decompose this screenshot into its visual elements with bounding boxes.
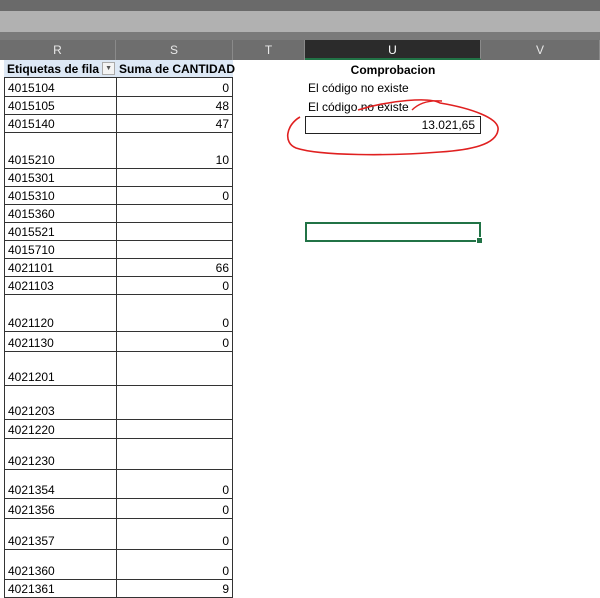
pivot-row-value[interactable]: 0	[116, 470, 233, 499]
pivot-row-value[interactable]: 9	[116, 580, 233, 598]
column-header-r[interactable]: R	[0, 40, 116, 60]
title-bar	[0, 0, 600, 11]
pivot-row-value[interactable]	[116, 439, 233, 470]
pivot-row-value[interactable]	[116, 352, 233, 386]
pivot-row-code[interactable]: 4021361	[4, 580, 117, 598]
pivot-values-header[interactable]: Suma de CANTIDAD	[116, 60, 235, 78]
fill-handle[interactable]	[476, 237, 483, 244]
pivot-row-value[interactable]: 47	[116, 115, 233, 133]
pivot-row-code[interactable]: 4021220	[4, 420, 117, 439]
pivot-row-code[interactable]: 4015301	[4, 169, 117, 187]
pivot-row-value[interactable]	[116, 205, 233, 223]
formula-bar-edge	[0, 32, 600, 40]
pivot-row-value[interactable]: 0	[116, 277, 233, 295]
pivot-row-code[interactable]: 4015210	[4, 133, 117, 169]
pivot-row-code[interactable]: 4021356	[4, 499, 117, 519]
pivot-row-value[interactable]	[116, 223, 233, 241]
pivot-row-code[interactable]: 4015521	[4, 223, 117, 241]
pivot-row-value[interactable]: 0	[116, 295, 233, 332]
pivot-row-value[interactable]	[116, 169, 233, 187]
pivot-row-value[interactable]	[116, 241, 233, 259]
pivot-row-labels-header[interactable]: Etiquetas de fila ▼	[4, 60, 116, 78]
row-labels-text: Etiquetas de fila	[7, 62, 100, 76]
pivot-row-code[interactable]: 4021357	[4, 519, 117, 550]
pivot-row-code[interactable]: 4015710	[4, 241, 117, 259]
pivot-row-code[interactable]: 4015140	[4, 115, 117, 133]
check-line-2[interactable]: El código no existe	[308, 99, 409, 115]
pivot-row-value[interactable]: 0	[116, 550, 233, 580]
pivot-row-value[interactable]: 0	[116, 519, 233, 550]
check-line-1[interactable]: El código no existe	[308, 80, 409, 96]
pivot-row-code[interactable]: 4021130	[4, 332, 117, 352]
pivot-row-value[interactable]	[116, 420, 233, 439]
check-title[interactable]: Comprobacion	[305, 62, 481, 78]
pivot-row-code[interactable]: 4021201	[4, 352, 117, 386]
pivot-row-code[interactable]: 4021230	[4, 439, 117, 470]
pivot-row-value[interactable]: 0	[116, 499, 233, 519]
pivot-row-code[interactable]: 4015310	[4, 187, 117, 205]
pivot-row-value[interactable]: 0	[116, 78, 233, 97]
pivot-row-value[interactable]: 0	[116, 332, 233, 352]
column-header-v[interactable]: V	[481, 40, 600, 60]
pivot-row-code[interactable]: 4021360	[4, 550, 117, 580]
pivot-row-code[interactable]: 4021203	[4, 386, 117, 420]
pivot-row-code[interactable]: 4021101	[4, 259, 117, 277]
pivot-row-code[interactable]: 4021103	[4, 277, 117, 295]
pivot-row-code[interactable]: 4015104	[4, 78, 117, 97]
column-header-t[interactable]: T	[233, 40, 305, 60]
pivot-row-value[interactable]: 48	[116, 97, 233, 115]
column-header-u[interactable]: U	[305, 40, 481, 60]
pivot-row-value[interactable]	[116, 386, 233, 420]
pivot-row-code[interactable]: 4021354	[4, 470, 117, 499]
pivot-row-value[interactable]: 66	[116, 259, 233, 277]
filter-dropdown-icon[interactable]: ▼	[102, 62, 116, 75]
pivot-row-code[interactable]: 4021120	[4, 295, 117, 332]
column-header-s[interactable]: S	[116, 40, 233, 60]
pivot-row-value[interactable]: 0	[116, 187, 233, 205]
selected-cell[interactable]	[305, 222, 483, 244]
pivot-row-code[interactable]: 4015360	[4, 205, 117, 223]
ribbon-area	[0, 11, 600, 32]
check-total-cell[interactable]: 13.021,65	[305, 116, 481, 134]
pivot-row-code[interactable]: 4015105	[4, 97, 117, 115]
pivot-row-value[interactable]: 10	[116, 133, 233, 169]
